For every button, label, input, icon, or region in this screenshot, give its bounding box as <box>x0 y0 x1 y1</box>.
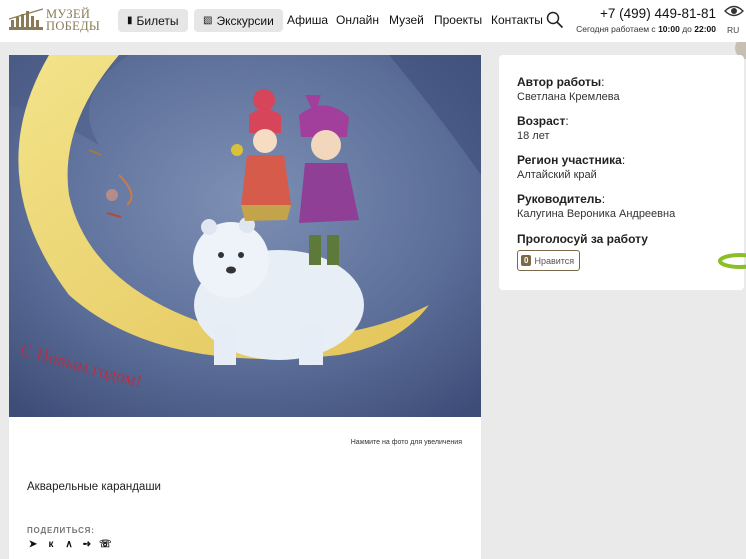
site-header: МУЗЕЙ ПОБЕДЫ ▮ Билеты ▧ Экскурсии Афиша … <box>0 0 746 42</box>
excursions-label: Экскурсии <box>216 13 274 28</box>
mentor-value: Калугина Вероника Андреевна <box>517 208 676 220</box>
tickets-button[interactable]: ▮ Билеты <box>118 9 188 32</box>
nav-item-contacts[interactable]: Контакты <box>491 13 543 27</box>
age-value: 18 лет <box>517 130 550 142</box>
opening-hours: Сегодня работаем с 10:00 до 22:00 <box>576 24 716 34</box>
search-icon[interactable] <box>546 11 564 29</box>
zoom-hint: Нажмите на фото для увеличения <box>350 439 462 446</box>
region-label: Регион участника: <box>517 153 626 167</box>
nav-item-projects[interactable]: Проекты <box>434 13 482 27</box>
nav-item-afisha[interactable]: Афиша <box>287 13 328 27</box>
decorative-ring <box>718 253 746 269</box>
like-button[interactable]: 0 Нравится <box>517 250 581 271</box>
region-value: Алтайский край <box>517 169 597 181</box>
logo-emblem-icon <box>9 8 43 30</box>
vk-icon[interactable]: к <box>45 539 57 551</box>
artwork-technique: Акварельные карандаши <box>27 481 161 493</box>
telegram-icon[interactable]: ➺ <box>81 539 93 551</box>
like-count: 0 <box>521 255 532 266</box>
excursions-button[interactable]: ▧ Экскурсии <box>194 9 283 32</box>
artwork-card: С Новым годом! Нажмите на фото для увели… <box>9 55 481 559</box>
language-switch[interactable]: RU <box>727 25 739 35</box>
accessibility-eye-icon[interactable] <box>724 4 744 18</box>
vote-label: Проголосуй за работу <box>517 232 648 246</box>
like-label: Нравится <box>534 255 575 266</box>
mentor-label: Руководитель: <box>517 192 606 206</box>
tickets-label: Билеты <box>136 13 179 28</box>
museum-logo[interactable]: МУЗЕЙ ПОБЕДЫ <box>9 6 100 34</box>
artwork-image[interactable]: С Новым годом! <box>9 55 481 417</box>
share-icon[interactable]: ➤ <box>27 539 39 551</box>
logo-line-2: ПОБЕДЫ <box>46 19 101 33</box>
nav-item-museum[interactable]: Музей <box>389 13 424 27</box>
artwork-info-card: Автор работы: Светлана Кремлева Возраст:… <box>499 55 744 290</box>
share-label: ПОДЕЛИТЬСЯ: <box>27 526 95 535</box>
nav-item-online[interactable]: Онлайн <box>336 13 379 27</box>
author-value: Светлана Кремлева <box>517 91 620 103</box>
whatsapp-icon[interactable]: ☏ <box>99 539 112 551</box>
age-label: Возраст: <box>517 114 569 128</box>
odnoklassniki-icon[interactable]: ∧ <box>63 539 75 551</box>
share-buttons: ➤ к ∧ ➺ ☏ <box>27 539 112 551</box>
phone-number[interactable]: +7 (499) 449-81-81 <box>583 6 716 21</box>
people-icon: ▧ <box>203 15 213 26</box>
author-label: Автор работы: <box>517 75 605 89</box>
ticket-icon: ▮ <box>127 15 133 26</box>
